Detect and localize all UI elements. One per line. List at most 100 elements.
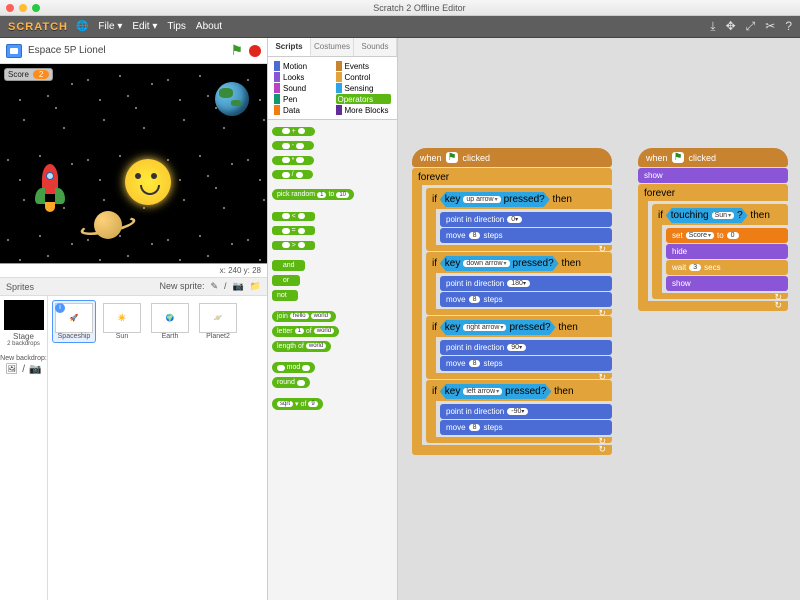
duplicate-icon[interactable]: ⤓ [710,19,715,34]
script-collision[interactable]: when⚑clicked show forever if touchingSun… [638,148,788,311]
op-length[interactable]: length ofworld [272,341,331,352]
sprite-from-file-icon[interactable]: 📁 [250,281,261,292]
menu-about[interactable]: About [196,21,222,32]
cat-more[interactable]: More Blocks [336,105,392,115]
menu-edit[interactable]: Edit ▾ [132,21,157,32]
sprite-info-icon[interactable]: i [55,303,65,313]
sprite-earth[interactable]: 🌍Earth [148,300,192,343]
op-round[interactable]: round [272,377,310,388]
stage-planet2[interactable] [80,207,136,243]
block-point-m90[interactable]: point in direction-90 [440,404,612,419]
cat-events[interactable]: Events [336,61,392,71]
stage[interactable]: Score 2 [0,64,267,264]
block-show-2[interactable]: show [666,276,788,291]
menu-tips[interactable]: Tips [167,21,186,32]
op-mod[interactable]: mod [272,362,315,373]
project-title[interactable]: Espace 5P Lionel [28,45,106,56]
block-if-right[interactable]: if keyright arrowpressed? then [426,316,612,337]
stop-icon[interactable] [249,45,261,57]
hat-when-flag-1[interactable]: when⚑clicked [412,148,612,167]
cat-control[interactable]: Control [336,72,392,82]
block-forever-2[interactable]: forever [638,184,788,201]
paint-sprite-icon[interactable]: / [224,281,227,292]
block-point-90[interactable]: point in direction90 [440,340,612,355]
green-flag-icon[interactable]: ⚑ [230,42,243,59]
shrink-icon[interactable]: ✂ [765,19,775,34]
sensing-key-right[interactable]: keyright arrowpressed? [440,320,556,335]
stage-selector[interactable]: Stage 2 backdrops New backdrop: 🖼 / 📷 [0,296,48,600]
block-set-score[interactable]: setScoreto0 [666,228,788,243]
stage-spaceship[interactable] [35,164,65,209]
op-lt[interactable]: < [272,212,315,221]
block-if-left[interactable]: if keyleft arrowpressed? then [426,380,612,401]
sprite-planet2[interactable]: 🪐Planet2 [196,300,240,343]
score-monitor[interactable]: Score 2 [4,68,53,81]
sprite-from-library-icon[interactable]: ✎ [211,281,219,292]
block-point-180[interactable]: point in direction180 [440,276,612,291]
stage-sun[interactable] [125,159,171,205]
block-point-0[interactable]: point in direction0 [440,212,612,227]
tab-sounds[interactable]: Sounds [354,38,397,56]
op-div[interactable]: / [272,170,313,179]
cat-sensing[interactable]: Sensing [336,83,392,93]
op-join[interactable]: joinhelloworld [272,311,336,322]
menu-file[interactable]: File ▾ [98,21,122,32]
block-show-1[interactable]: show [638,168,788,183]
cat-sound[interactable]: Sound [274,83,330,93]
sensing-key-up[interactable]: keyup arrowpressed? [440,192,550,207]
sensing-touching[interactable]: touchingSun? [666,208,748,223]
forever-end-1[interactable] [412,445,612,455]
script-movement[interactable]: when⚑clicked forever if keyup arrowpress… [412,148,612,455]
scripts-area[interactable]: when⚑clicked forever if keyup arrowpress… [398,38,800,600]
block-forever-1[interactable]: forever [412,168,612,185]
hat-when-flag-2[interactable]: when⚑clicked [638,148,788,167]
help-icon[interactable]: ? [785,19,792,34]
block-hide[interactable]: hide [666,244,788,259]
backdrop-paint-icon[interactable]: / [22,364,25,375]
stage-thumbnail[interactable] [4,300,44,330]
backdrop-library-icon[interactable]: 🖼 [6,364,19,375]
block-move-up[interactable]: move8steps [440,228,612,243]
fullscreen-icon[interactable] [6,44,22,58]
stage-earth[interactable] [215,82,249,116]
menu-lang[interactable]: 🌐 [76,21,88,32]
op-or[interactable]: or [272,275,300,286]
cat-looks[interactable]: Looks [274,72,330,82]
block-if-touch[interactable]: if touchingSun? then [652,204,788,225]
grow-icon[interactable]: ⤢ [746,19,756,34]
maximize-icon[interactable] [32,4,40,12]
op-not[interactable]: not [272,290,298,301]
cat-operators[interactable]: Operators [336,94,392,104]
op-add[interactable]: + [272,127,315,136]
block-move-left[interactable]: move8steps [440,420,612,435]
op-letter[interactable]: letter1ofworld [272,326,339,337]
block-if-down[interactable]: if keydown arrowpressed? then [426,252,612,273]
delete-icon[interactable]: ✥ [726,19,736,34]
sprite-sun[interactable]: ☀️Sun [100,300,144,343]
block-move-right[interactable]: move8steps [440,356,612,371]
sprite-from-camera-icon[interactable]: 📷 [233,281,244,292]
op-mathop[interactable]: sqrt▾of9 [272,398,323,410]
block-move-down[interactable]: move8steps [440,292,612,307]
cat-pen[interactable]: Pen [274,94,330,104]
tab-costumes[interactable]: Costumes [311,38,354,56]
scratch-logo[interactable]: SCRATCH [8,21,68,33]
cat-data[interactable]: Data [274,105,330,115]
sprite-spaceship[interactable]: i 🚀Spaceship [52,300,96,343]
op-random[interactable]: pick random1to10 [272,189,354,200]
op-eq[interactable]: = [272,226,315,235]
block-if-up[interactable]: if keyup arrowpressed? then [426,188,612,209]
op-sub[interactable]: - [272,141,314,150]
cat-motion[interactable]: Motion [274,61,330,71]
forever-end-2[interactable] [638,301,788,311]
tab-scripts[interactable]: Scripts [268,38,311,56]
op-and[interactable]: and [272,260,305,271]
op-mul[interactable]: * [272,156,314,165]
sensing-key-left[interactable]: keyleft arrowpressed? [440,384,552,399]
sensing-key-down[interactable]: keydown arrowpressed? [440,256,559,271]
minimize-icon[interactable] [19,4,27,12]
op-gt[interactable]: > [272,241,315,250]
close-icon[interactable] [6,4,14,12]
block-wait[interactable]: wait3secs [666,260,788,275]
backdrop-camera-icon[interactable]: 📷 [29,364,41,375]
